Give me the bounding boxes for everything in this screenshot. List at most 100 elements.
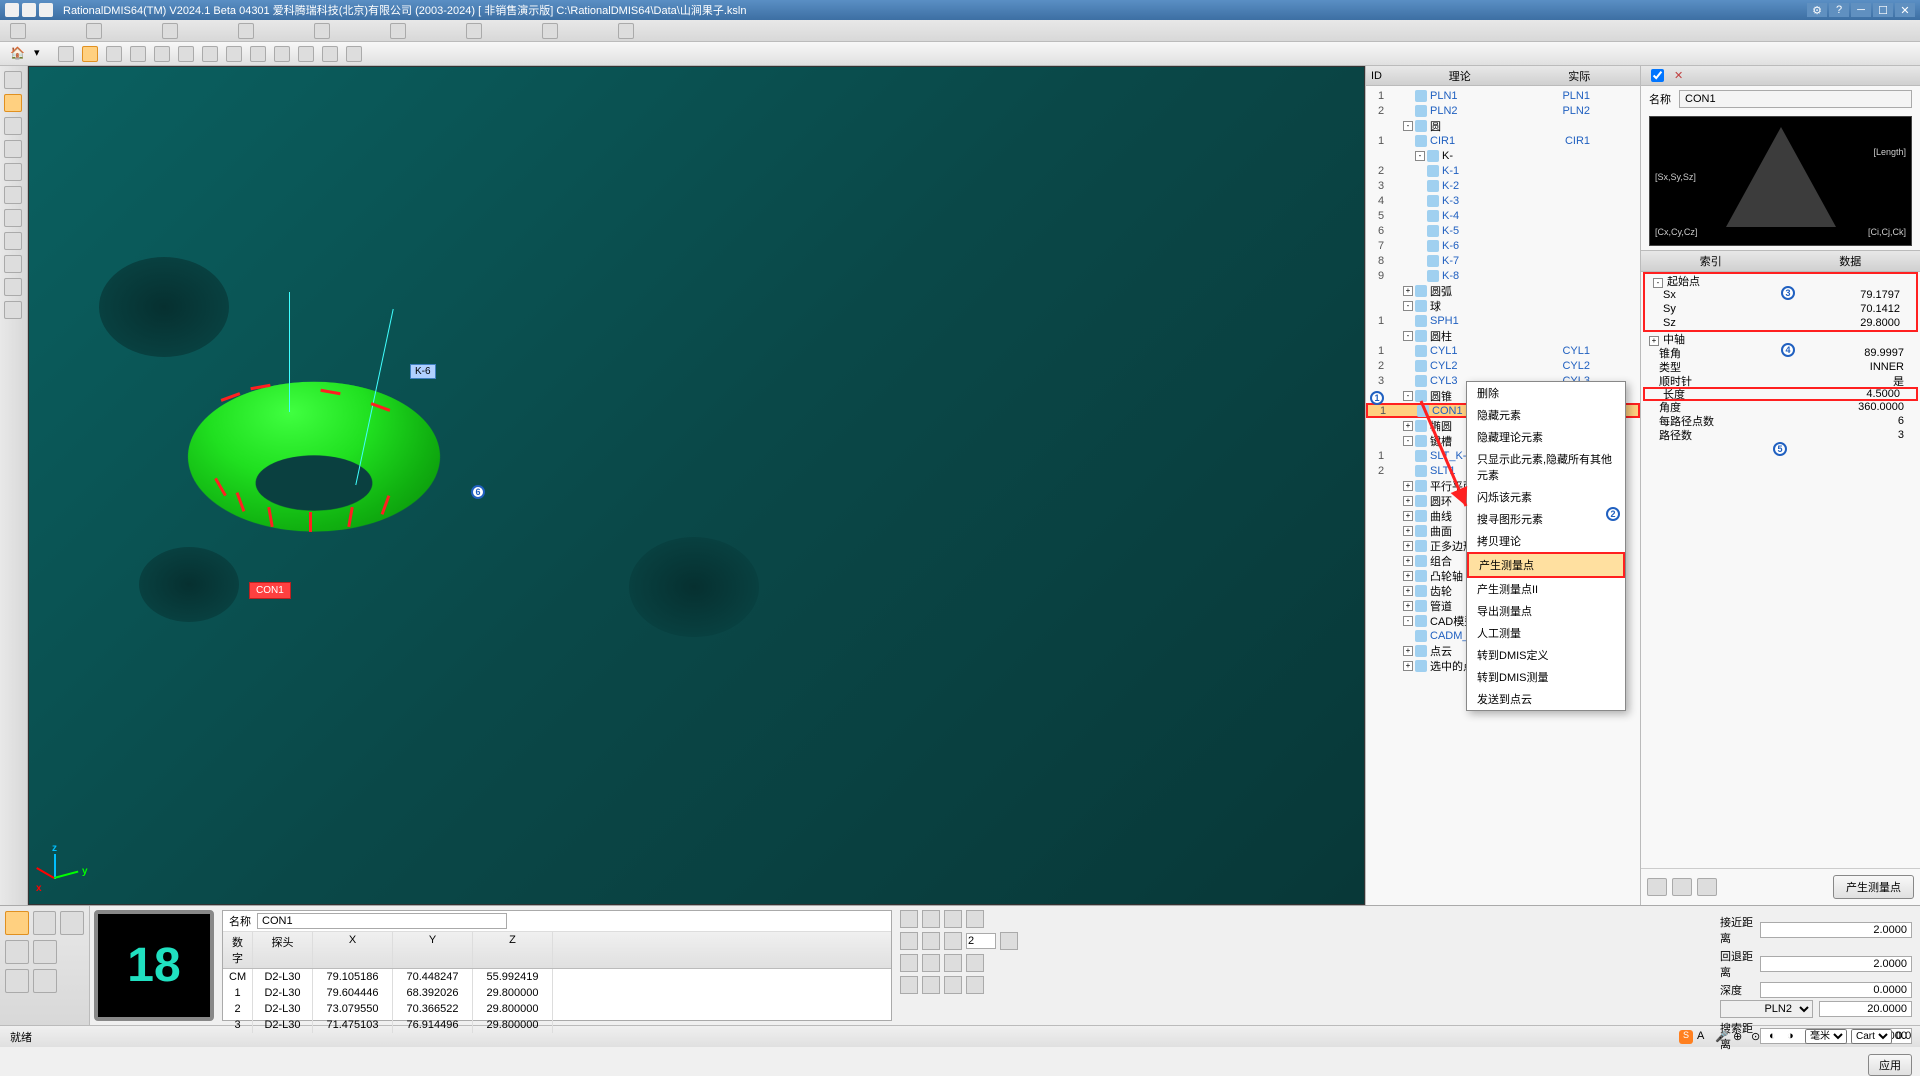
pointer-icon[interactable] (58, 46, 74, 62)
lt-btn-5[interactable] (4, 163, 22, 181)
ribbon-btn-2[interactable] (86, 23, 102, 39)
menu-item[interactable]: 只显示此元素,隐藏所有其他元素 (1467, 448, 1625, 486)
tool-icon-6[interactable] (274, 46, 290, 62)
bottom-name-input[interactable] (257, 913, 507, 929)
lt-btn-3[interactable] (4, 117, 22, 135)
tool-icon-1[interactable] (154, 46, 170, 62)
fit-icon[interactable] (130, 46, 146, 62)
help-icon[interactable]: ? (1829, 3, 1849, 17)
footer-btn-3[interactable] (1697, 878, 1717, 896)
apply-button[interactable]: 应用 (1868, 1054, 1912, 1076)
ribbon-btn-3[interactable] (162, 23, 178, 39)
bt-3[interactable] (944, 910, 962, 928)
bt-16[interactable] (966, 976, 984, 994)
tool-icon-7[interactable] (298, 46, 314, 62)
bt-8[interactable] (1000, 932, 1018, 950)
bt-14[interactable] (922, 976, 940, 994)
retract-input[interactable] (1760, 956, 1912, 972)
tray-icon-4[interactable]: ◑ (1787, 1030, 1801, 1044)
tree-row[interactable]: 2CYL2CYL2 (1366, 358, 1640, 373)
menu-item[interactable]: 搜寻图形元素 (1467, 508, 1625, 530)
ribbon-btn-1[interactable] (10, 23, 26, 39)
ribbon-btn-6[interactable] (390, 23, 406, 39)
dropdown-icon[interactable]: ▾ (34, 46, 50, 62)
lt-btn-11[interactable] (4, 301, 22, 319)
tool-icon-9[interactable] (346, 46, 362, 62)
maximize-icon[interactable]: ☐ (1873, 3, 1893, 17)
data-row[interactable]: 角度360.0000 (1641, 400, 1920, 414)
data-row[interactable]: 每路径点数6 (1641, 414, 1920, 428)
bt-1[interactable] (900, 910, 918, 928)
tree-row[interactable]: 8K-7 (1366, 253, 1640, 268)
bt-11[interactable] (944, 954, 962, 972)
prop-checkbox[interactable] (1651, 69, 1664, 82)
tool-number-input[interactable] (966, 933, 996, 949)
tree-row[interactable]: 5K-4 (1366, 208, 1640, 223)
menu-item[interactable]: 删除 (1467, 382, 1625, 404)
tree-row[interactable]: -K- (1366, 148, 1640, 163)
data-row[interactable]: Sy70.1412 (1645, 302, 1916, 316)
bl-btn-7[interactable] (33, 969, 57, 993)
table-row[interactable]: 2D2-L3073.07955070.36652229.800000 (223, 1001, 891, 1017)
lt-btn-9[interactable] (4, 255, 22, 273)
approach-input[interactable] (1760, 922, 1912, 938)
tray-icon-s[interactable]: S (1679, 1030, 1693, 1044)
tree-row[interactable]: 4K-3 (1366, 193, 1640, 208)
bt-5[interactable] (900, 932, 918, 950)
settings-icon[interactable]: ⚙ (1807, 3, 1827, 17)
menu-item[interactable]: 拷贝理论 (1467, 530, 1625, 552)
lt-btn-10[interactable] (4, 278, 22, 296)
lt-btn-7[interactable] (4, 209, 22, 227)
lt-btn-4[interactable] (4, 140, 22, 158)
menu-item[interactable]: 产生测量点II (1467, 578, 1625, 600)
menu-item[interactable]: 产生测量点 (1467, 552, 1625, 578)
cart-select[interactable]: Cart (1851, 1029, 1892, 1044)
unit-select[interactable]: 毫米 (1805, 1029, 1847, 1044)
close-icon[interactable]: ✕ (1895, 3, 1915, 17)
ribbon-btn-5[interactable] (314, 23, 330, 39)
data-row[interactable]: 类型INNER (1641, 360, 1920, 374)
bl-btn-2[interactable] (33, 911, 57, 935)
generate-points-button[interactable]: 产生测量点 (1833, 875, 1914, 899)
tree-row[interactable]: -圆 (1366, 118, 1640, 133)
tree-row[interactable]: 2K-1 (1366, 163, 1640, 178)
tree-row[interactable]: 2PLN2PLN2 (1366, 103, 1640, 118)
tool-icon-5[interactable] (250, 46, 266, 62)
bt-6[interactable] (922, 932, 940, 950)
lt-btn-1[interactable] (4, 71, 22, 89)
ribbon-btn-8[interactable] (542, 23, 558, 39)
table-row[interactable]: CMD2-L3079.10518670.44824755.992419 (223, 969, 891, 985)
tree-row[interactable]: 7K-6 (1366, 238, 1640, 253)
menu-item[interactable]: 发送到点云 (1467, 688, 1625, 710)
tree-row[interactable]: 1SPH1 (1366, 313, 1640, 328)
tree-row[interactable]: 9K-8 (1366, 268, 1640, 283)
tree-row[interactable]: 1CYL1CYL1 (1366, 343, 1640, 358)
tree-row[interactable]: 3K-2 (1366, 178, 1640, 193)
name-input[interactable] (1679, 90, 1912, 108)
zoom-icon[interactable] (106, 46, 122, 62)
lt-btn-2[interactable] (4, 94, 22, 112)
bl-btn-1[interactable] (5, 911, 29, 935)
bl-btn-6[interactable] (5, 969, 29, 993)
menu-item[interactable]: 隐藏理论元素 (1467, 426, 1625, 448)
home-icon[interactable] (10, 46, 26, 62)
tray-mic-icon[interactable]: 🎤 (1715, 1030, 1729, 1044)
menu-item[interactable]: 转到DMIS定义 (1467, 644, 1625, 666)
tree-row[interactable]: -圆柱 (1366, 328, 1640, 343)
ribbon-btn-9[interactable] (618, 23, 634, 39)
context-menu[interactable]: 删除隐藏元素隐藏理论元素只显示此元素,隐藏所有其他元素闪烁该元素搜寻图形元素拷贝… (1466, 381, 1626, 711)
tool-icon-3[interactable] (202, 46, 218, 62)
tray-icon-1[interactable]: ⊕ (1733, 1030, 1747, 1044)
footer-btn-2[interactable] (1672, 878, 1692, 896)
plane-val2[interactable] (1819, 1001, 1912, 1017)
bt-15[interactable] (944, 976, 962, 994)
footer-btn-1[interactable] (1647, 878, 1667, 896)
depth-input[interactable] (1760, 982, 1912, 998)
ribbon-btn-7[interactable] (466, 23, 482, 39)
bt-4[interactable] (966, 910, 984, 928)
menu-item[interactable]: 隐藏元素 (1467, 404, 1625, 426)
bt-12[interactable] (966, 954, 984, 972)
tree-row[interactable]: +圆弧 (1366, 283, 1640, 298)
tree-row[interactable]: 1CIR1CIR1 (1366, 133, 1640, 148)
3d-viewport[interactable]: K-6 CON1 6 z y x (28, 66, 1365, 905)
